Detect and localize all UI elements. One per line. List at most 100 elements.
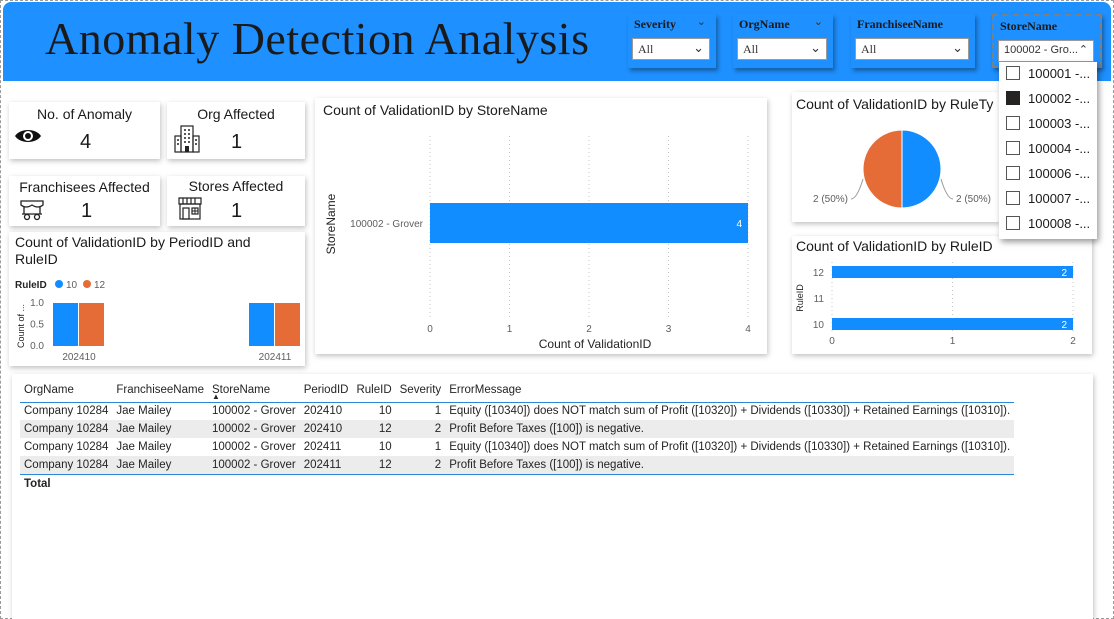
slicer-label: Severity [634, 17, 676, 31]
dropdown-item[interactable]: 100003 -... [999, 112, 1097, 137]
table-row[interactable]: Company 10284 Jae Mailey 100002 - Grover… [20, 402, 1014, 420]
dropdown-item[interactable]: 100002 -... [999, 87, 1097, 112]
x-tick-label: 1 [507, 324, 513, 335]
dropdown-item-label: 100003 -... [1028, 116, 1091, 131]
x-tick-label: 202410 [62, 352, 96, 363]
cell-orgname: Company 10284 [20, 420, 113, 438]
column-header[interactable]: OrgName [20, 378, 113, 403]
data-label: 2 [1061, 268, 1067, 279]
cell-periodid: 202410 [303, 405, 343, 418]
checkbox[interactable] [1006, 216, 1020, 230]
cell-errormessage: Profit Before Taxes ([100]) is negative. [445, 420, 1015, 438]
column-header[interactable]: ErrorMessage [445, 378, 1015, 403]
x-tick-label: 0 [829, 336, 835, 347]
column-header-sorted[interactable]: StoreName ▲ [207, 378, 300, 403]
period-chart-plot[interactable]: RuleID Count of ... 10 12 0.0 0.5 1.0 202410 2… [9, 272, 305, 366]
bar-100002 - Grover[interactable] [430, 203, 748, 243]
cell-franchisee: Jae Mailey [116, 405, 172, 418]
storename-chart: Count of ValidationID by StoreName Count… [315, 98, 767, 354]
y-tick-label: 0.5 [30, 320, 44, 331]
legend-title: RuleID [15, 280, 47, 291]
pie-slice[interactable] [862, 129, 903, 209]
checkbox[interactable] [1006, 66, 1020, 80]
x-tick-label: 3 [666, 324, 672, 335]
y-tick-label: 1.0 [30, 298, 44, 309]
orgname-slicer[interactable]: OrgName ⌄ All ⌄ [733, 14, 833, 68]
bar-rule-12[interactable] [832, 266, 1073, 278]
cell-orgname: Company 10284 [24, 405, 109, 418]
kpi-title: Org Affected [197, 106, 275, 122]
cell-errormessage: Equity ([10340]) does NOT match sum of P… [449, 441, 1011, 453]
dropdown-item[interactable]: 100008 -... [999, 212, 1097, 237]
storename-slicer[interactable]: StoreName 100002 - Gro... ⌃ [992, 14, 1102, 68]
ruletype-pie-plot[interactable]: 2 (50%) 2 (50%) [792, 92, 999, 222]
dropdown-item[interactable]: 100001 -... [999, 62, 1097, 87]
cell-errormessage: Equity ([10340]) does NOT match sum of P… [449, 405, 1011, 418]
dropdown-item[interactable]: 100006 -... [999, 162, 1097, 187]
table-row[interactable]: Company 10284 Jae Mailey 100002 - Grover… [20, 420, 1015, 438]
storename-dropdown-list[interactable]: 100001 -... 100002 -... 100003 -... 1000… [999, 62, 1097, 239]
column-header[interactable]: Severity [395, 378, 446, 403]
cell-severity: 2 [395, 420, 446, 438]
column-header[interactable]: RuleID [352, 378, 396, 403]
kpi-value: 4 [80, 131, 92, 153]
kpi-value: 1 [81, 200, 93, 222]
slicer-label: FranchiseeName [857, 17, 943, 31]
cell-empty [207, 473, 300, 494]
column-header[interactable]: PeriodID [299, 378, 353, 403]
table-row[interactable]: Company 10284 Jae Mailey 100002 - Grover… [20, 438, 1014, 456]
checkbox[interactable] [1006, 191, 1020, 205]
dropdown-item[interactable]: 100004 -... [999, 137, 1097, 162]
bar-rule-10[interactable] [832, 318, 1073, 330]
cell-franchisee: Jae Mailey [116, 441, 172, 453]
orgname-dropdown[interactable]: All ⌄ [737, 38, 827, 60]
column-header[interactable]: FranchiseeName [112, 378, 208, 403]
cell-empty [352, 473, 396, 494]
anomaly-table-card: OrgName FranchiseeName StoreName ▲ Period… [12, 374, 1093, 619]
chevron-up-icon: ⌃ [1078, 44, 1088, 56]
cell-storename: 100002 - Grover [207, 456, 300, 474]
slicer-value: All [743, 42, 759, 56]
kpi-anomaly-card: No. of Anomaly 4 [9, 102, 160, 159]
anomaly-table: OrgName FranchiseeName StoreName ▲ Period… [20, 378, 1015, 494]
cell-periodid: 202411 [299, 456, 353, 474]
table-total-row: Total [20, 473, 1015, 494]
bar-202410-rule-10[interactable] [53, 303, 78, 346]
cell-periodid: 202411 [303, 441, 342, 453]
kpi-value: 1 [231, 200, 243, 222]
y-axis-title: StoreName [324, 193, 338, 254]
franchiseename-dropdown[interactable]: All ⌄ [855, 38, 969, 60]
cell-severity: 2 [395, 456, 446, 474]
legend-label: 10 [66, 280, 78, 291]
ruletype-chart: Count of ValidationID by RuleTy 2 (50%) 2… [792, 92, 999, 222]
table-row[interactable]: Company 10284 Jae Mailey 100002 - Grover… [20, 456, 1015, 474]
chevron-down-icon[interactable]: ⌄ [814, 15, 823, 28]
storename-dropdown[interactable]: 100002 - Gro... ⌃ [998, 40, 1094, 62]
severity-dropdown[interactable]: All ⌄ [632, 38, 710, 60]
checkbox-checked[interactable] [1006, 91, 1020, 105]
chevron-down-icon[interactable]: ⌄ [697, 15, 706, 28]
column-header-label: StoreName [211, 383, 271, 396]
checkbox[interactable] [1006, 116, 1020, 130]
bar-202410-rule-12[interactable] [79, 303, 104, 346]
dropdown-item[interactable]: 100007 -... [999, 187, 1097, 212]
bar-202411-rule-12[interactable] [275, 303, 300, 346]
period-rule-chart: Count of ValidationID by PeriodID and Ru… [9, 232, 305, 366]
storename-chart-plot[interactable]: Count of ValidationID StoreName 0 1 2 3 4 100… [315, 98, 767, 354]
kpi-title: Stores Affected [188, 178, 284, 194]
x-tick-label: 1 [950, 336, 956, 347]
y-tick-label: 100002 - Grover [350, 219, 423, 230]
severity-slicer[interactable]: Severity ⌄ All ⌄ [628, 14, 716, 68]
franchiseename-slicer[interactable]: FranchiseeName All ⌄ [851, 14, 975, 68]
cell-storename: 100002 - Grover [211, 405, 296, 418]
ruleid-chart: Count of ValidationID by RuleID RuleID 0… [792, 236, 1092, 354]
checkbox[interactable] [1006, 141, 1020, 155]
cell-periodid: 202410 [299, 420, 353, 438]
checkbox[interactable] [1006, 166, 1020, 180]
building-icon [174, 125, 200, 153]
pie-slice[interactable] [901, 129, 942, 209]
ruleid-chart-plot[interactable]: RuleID 0 1 212 21110 2 [792, 236, 1092, 354]
cell-empty [112, 473, 208, 494]
cell-franchisee: Jae Mailey [112, 420, 208, 438]
bar-202411-rule-10[interactable] [249, 303, 274, 346]
